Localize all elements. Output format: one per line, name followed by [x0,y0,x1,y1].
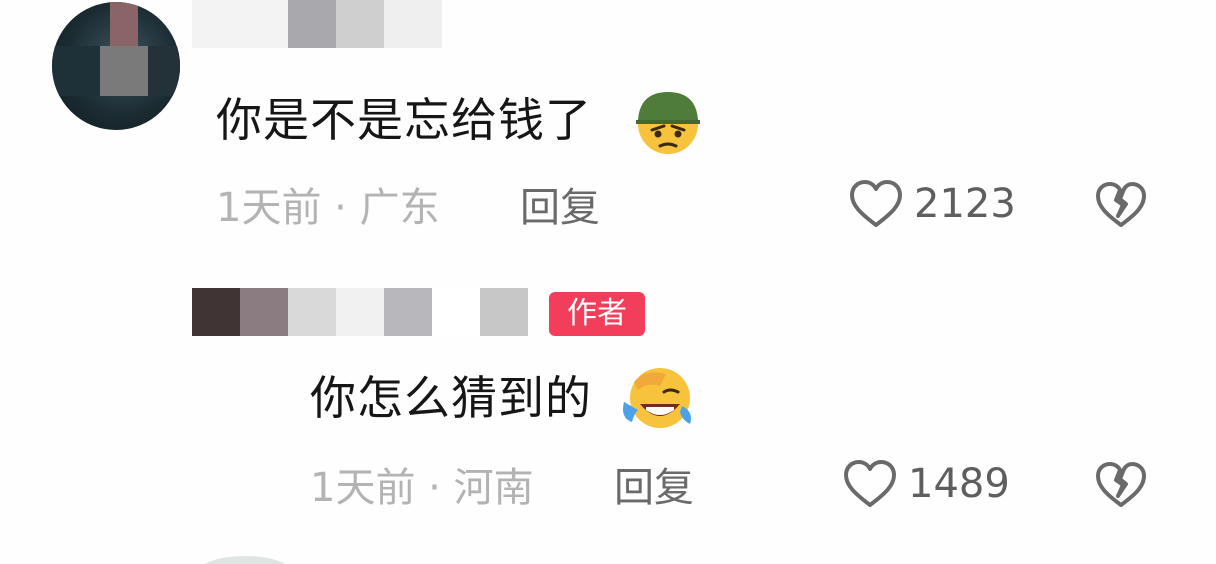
heart-outline-icon [844,460,896,507]
username-obscured[interactable] [192,288,548,336]
heart-outline-icon [850,180,902,227]
author-badge: 作者 [549,292,645,336]
username-obscured[interactable] [192,0,442,48]
laughing-facepalm-emoji [623,368,691,428]
next-comment-avatar[interactable] [200,556,290,564]
angry-helmet-emoji [636,92,700,154]
like-count: 1489 [908,461,1010,507]
comment-text: 你怎么猜到的 [310,371,592,425]
avatar[interactable] [52,2,180,130]
like-count: 2123 [914,181,1016,227]
comment-thread: 你是不是忘给钱了 1天前 · 广东 回复 2123 作者 你怎么猜到的 1天前 … [0,0,1216,564]
comment-timestamp-location: 1天前 · 河南 [310,465,534,511]
reply-button[interactable]: 回复 [614,468,694,508]
broken-heart-icon[interactable] [1094,180,1148,230]
broken-heart-icon[interactable] [1094,460,1148,510]
reply-button[interactable]: 回复 [520,188,600,228]
like-button[interactable]: 1489 [842,458,1010,510]
like-button[interactable]: 2123 [848,178,1016,230]
comment-text: 你是不是忘给钱了 [216,93,592,147]
comment-timestamp-location: 1天前 · 广东 [216,185,440,231]
